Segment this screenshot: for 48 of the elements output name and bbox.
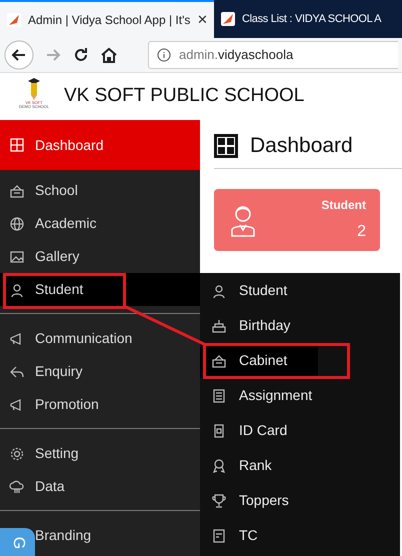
card-label: Student [321,196,366,214]
submenu-item[interactable]: Toppers [200,483,400,518]
gear-icon [9,446,25,462]
document-icon [211,388,227,404]
sidebar-item[interactable]: Setting [0,437,200,470]
building-icon [211,352,227,368]
sidebar-item[interactable]: Branding [35,519,200,552]
reload-button[interactable] [72,46,90,64]
submenu-item[interactable]: Birthday [200,308,400,343]
sidebar-item[interactable]: Student [0,273,200,306]
sidebar-item[interactable]: Gallery [0,240,200,273]
page-title: Dashboard [250,133,353,159]
globe-icon [9,216,25,232]
submenu-item[interactable]: ID Card [200,413,400,448]
grid-icon [9,137,25,153]
sidebar-item[interactable]: Data [0,470,200,503]
person-icon [9,282,25,298]
submenu-item[interactable]: Assignment [200,378,400,413]
trophy-icon [211,492,227,508]
browser-tab[interactable]: Admin | Vidya School App | It's ✕ [0,0,214,38]
browser-logo-icon [6,12,22,28]
sidebar-item[interactable]: Academic [0,207,200,240]
browser-tab[interactable]: Class List : VIDYA SCHOOL A [214,0,402,38]
card-count: 2 [356,222,366,242]
home-button[interactable] [100,46,118,64]
submenu-item[interactable]: Student [200,273,400,308]
sidebar-item[interactable]: School [0,174,200,207]
reply-icon [9,364,25,380]
grid-icon [214,134,238,158]
browser-logo-icon [220,11,236,27]
submenu-item[interactable]: TC [200,518,400,553]
sidebar-item[interactable]: Communication [0,322,200,355]
sidebar-item[interactable]: Enquiry [0,355,200,388]
scroll-icon [211,528,227,544]
sidebar-item[interactable]: Promotion [0,388,200,421]
school-title: VK SOFT PUBLIC SCHOOL [64,84,304,108]
info-icon [157,48,171,62]
person-icon [211,282,227,298]
address-field[interactable]: admin.vidyaschoola [148,41,398,69]
image-icon [9,248,25,264]
sidebar-item[interactable]: Dashboard [0,120,200,170]
cloud-icon [9,478,25,494]
back-button[interactable] [4,40,34,70]
close-icon[interactable]: ✕ [197,10,208,30]
ribbon-icon [211,458,227,474]
building-icon [9,182,25,198]
submenu-item[interactable]: Rank [200,448,400,483]
cake-icon [211,318,227,334]
